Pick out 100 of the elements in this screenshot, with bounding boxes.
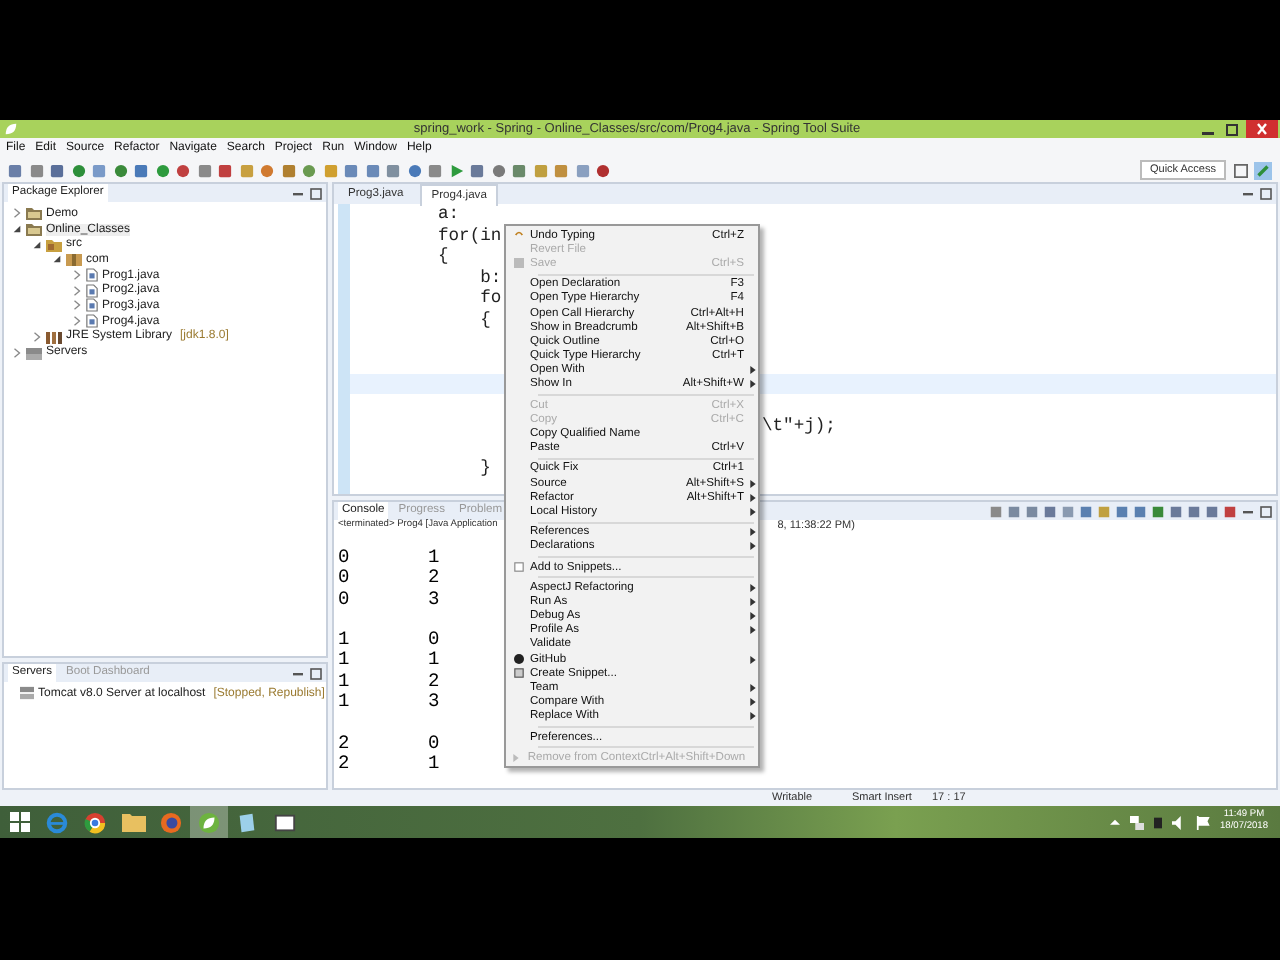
square-icon[interactable] bbox=[344, 163, 358, 177]
circle-icon[interactable] bbox=[260, 163, 274, 177]
maximize-icon[interactable] bbox=[1260, 188, 1272, 200]
circle-icon[interactable] bbox=[596, 163, 610, 177]
square-icon[interactable] bbox=[1170, 505, 1182, 517]
square-icon[interactable] bbox=[365, 163, 379, 177]
output-value: 2 bbox=[338, 733, 352, 754]
square-icon[interactable] bbox=[1062, 505, 1074, 517]
output-value: 3 bbox=[428, 692, 440, 713]
circle-icon[interactable] bbox=[176, 163, 190, 177]
output-value: 1 bbox=[428, 753, 440, 775]
output-value: 3 bbox=[428, 589, 440, 610]
code-line: fo bbox=[478, 288, 502, 309]
caret-up-icon[interactable] bbox=[1109, 817, 1120, 827]
server-icon bbox=[26, 345, 42, 360]
expanded-arrow-icon[interactable] bbox=[12, 224, 22, 235]
code-line: for(in bbox=[438, 225, 502, 246]
square-icon[interactable] bbox=[323, 163, 337, 177]
circle-icon[interactable] bbox=[407, 163, 421, 177]
square-icon[interactable] bbox=[533, 163, 547, 177]
maximize-icon[interactable] bbox=[310, 187, 322, 199]
flag-icon[interactable] bbox=[1195, 815, 1210, 829]
network-icon[interactable] bbox=[1129, 815, 1144, 829]
square-icon[interactable] bbox=[1224, 505, 1236, 517]
square-icon[interactable] bbox=[1044, 505, 1056, 517]
square-icon[interactable] bbox=[1116, 505, 1128, 517]
output-value: 1 bbox=[338, 692, 352, 713]
output-value: 0 bbox=[428, 630, 440, 651]
minimize-icon[interactable] bbox=[1242, 505, 1254, 517]
square-icon[interactable] bbox=[1008, 505, 1020, 517]
square-icon[interactable] bbox=[134, 163, 148, 177]
notepad-icon bbox=[236, 811, 258, 833]
code-line: a: bbox=[438, 204, 460, 224]
circle-icon[interactable] bbox=[71, 163, 85, 177]
leaf-icon bbox=[198, 811, 220, 833]
square-icon[interactable] bbox=[281, 163, 295, 177]
minimize-icon[interactable] bbox=[1242, 188, 1254, 200]
output-value: 0 bbox=[428, 733, 440, 754]
square-icon[interactable] bbox=[470, 163, 484, 177]
maximize-icon[interactable] bbox=[1260, 505, 1272, 517]
output-value: 2 bbox=[428, 671, 440, 693]
square-icon[interactable] bbox=[8, 163, 22, 177]
restore-icon[interactable] bbox=[1220, 121, 1244, 137]
square-icon[interactable] bbox=[512, 163, 526, 177]
undo-icon bbox=[513, 230, 523, 241]
square-icon[interactable] bbox=[428, 163, 442, 177]
expanded-arrow-icon[interactable] bbox=[32, 239, 42, 250]
speaker-icon[interactable] bbox=[1171, 815, 1186, 829]
square-icon[interactable] bbox=[1098, 505, 1110, 517]
square-icon[interactable] bbox=[990, 505, 1002, 517]
globe-icon bbox=[160, 811, 182, 833]
square-icon[interactable] bbox=[1134, 505, 1146, 517]
books-icon bbox=[46, 329, 62, 344]
output-value: 1 bbox=[338, 650, 352, 672]
output-value: 2 bbox=[428, 568, 440, 590]
square-icon[interactable] bbox=[386, 163, 400, 177]
windows-logo-icon bbox=[9, 812, 29, 832]
perspective-icon[interactable] bbox=[1254, 161, 1272, 179]
output-value: 1 bbox=[428, 548, 440, 569]
play-icon[interactable] bbox=[449, 163, 463, 177]
wheel-icon bbox=[84, 811, 106, 833]
app-icon bbox=[4, 122, 18, 136]
square-icon[interactable] bbox=[1080, 505, 1092, 517]
server-icon bbox=[20, 686, 34, 701]
square-icon[interactable] bbox=[197, 163, 211, 177]
code-line: } bbox=[478, 458, 491, 479]
expanded-arrow-icon[interactable] bbox=[52, 254, 62, 265]
minimize-icon[interactable] bbox=[292, 667, 304, 679]
code-line: \t"+j); bbox=[762, 415, 836, 436]
square-icon[interactable] bbox=[1026, 505, 1038, 517]
maximize-icon[interactable] bbox=[310, 667, 322, 679]
square-icon[interactable] bbox=[218, 163, 232, 177]
square-icon[interactable] bbox=[1206, 505, 1218, 517]
circle-icon[interactable] bbox=[302, 163, 316, 177]
submenu-arrow-icon bbox=[749, 655, 755, 664]
window-icon[interactable] bbox=[1233, 163, 1247, 177]
output-value: 1 bbox=[338, 630, 352, 651]
minimize-icon[interactable] bbox=[292, 187, 304, 199]
output-value: 2 bbox=[338, 753, 352, 775]
output-value: 0 bbox=[338, 548, 352, 569]
square-icon[interactable] bbox=[1152, 505, 1164, 517]
output-value: 0 bbox=[338, 589, 352, 610]
package-icon bbox=[66, 252, 82, 267]
ring-icon bbox=[46, 811, 68, 833]
circle-icon[interactable] bbox=[113, 163, 127, 177]
close-icon[interactable] bbox=[1244, 120, 1280, 138]
window-icon bbox=[274, 811, 296, 833]
circle-icon[interactable] bbox=[491, 163, 505, 177]
square-icon[interactable] bbox=[29, 163, 43, 177]
square-icon[interactable] bbox=[239, 163, 253, 177]
circle-icon[interactable] bbox=[155, 163, 169, 177]
output-value: 0 bbox=[338, 568, 352, 590]
output-value: 1 bbox=[338, 671, 352, 693]
square-icon[interactable] bbox=[1188, 505, 1200, 517]
square-icon[interactable] bbox=[554, 163, 568, 177]
square-icon[interactable] bbox=[575, 163, 589, 177]
code-line: { bbox=[478, 309, 491, 330]
square-icon[interactable] bbox=[92, 163, 106, 177]
code-line: { bbox=[438, 246, 449, 267]
square-icon[interactable] bbox=[50, 163, 64, 177]
